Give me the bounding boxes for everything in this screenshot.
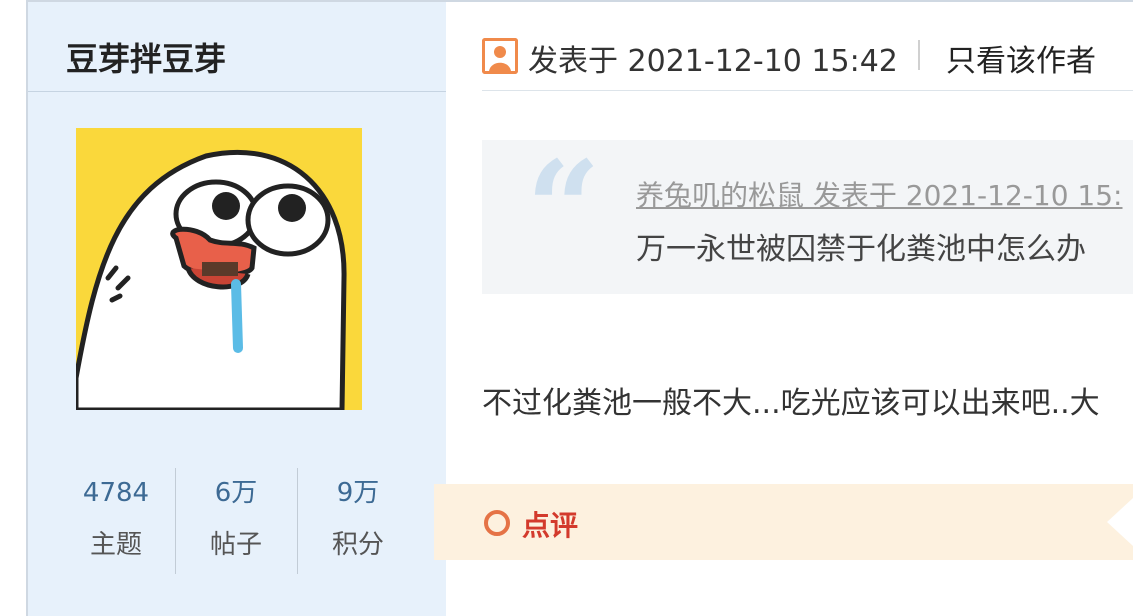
stat-points-label: 积分	[331, 530, 384, 560]
author-stats: 4784 主题 6万 帖子 9万 积分	[56, 466, 421, 576]
stat-points[interactable]: 9万 积分	[298, 466, 418, 576]
header-divider	[482, 90, 1133, 91]
stat-posts-label: 帖子	[209, 530, 262, 560]
stat-posts-value: 6万	[214, 478, 258, 508]
post-body: 不过化粪池一般不大...吃光应该可以出来吧..大	[482, 386, 1100, 421]
avatar-duck-icon	[76, 128, 362, 410]
left-margin	[0, 0, 26, 616]
stat-topics-label: 主题	[89, 530, 142, 560]
comment-button[interactable]: 点评	[522, 504, 578, 544]
stat-points-value: 9万	[336, 478, 380, 508]
only-author-link[interactable]: 只看该作者	[946, 36, 1096, 80]
author-sidebar: 豆芽拌豆芽 4784 主题 6万 帖子 9万 积分	[28, 2, 446, 616]
comment-bar: 点评	[434, 484, 1133, 560]
stat-topics-value: 4784	[82, 478, 150, 508]
comment-notch	[1107, 498, 1133, 546]
author-name[interactable]: 豆芽拌豆芽	[66, 34, 226, 80]
comment-circle-icon	[484, 510, 510, 536]
meta-divider	[918, 40, 920, 70]
sidebar-divider	[28, 91, 446, 92]
avatar[interactable]	[76, 128, 362, 410]
post-timestamp: 发表于 2021-12-10 15:42	[528, 44, 898, 79]
stat-posts[interactable]: 6万 帖子	[176, 466, 296, 576]
stat-topics[interactable]: 4784 主题	[56, 466, 176, 576]
quote-source-link[interactable]: 养兔叽的松鼠 发表于 2021-12-10 15:	[636, 174, 1123, 214]
quote-mark-icon: “	[526, 140, 601, 285]
quote-text: 万一永世被囚禁于化粪池中怎么办	[636, 232, 1086, 267]
post-icon	[482, 38, 518, 74]
quote-block: “ 养兔叽的松鼠 发表于 2021-12-10 15: 万一永世被囚禁于化粪池中…	[482, 140, 1133, 294]
post-header: 发表于 2021-12-10 15:42 只看该作者	[482, 28, 1133, 84]
